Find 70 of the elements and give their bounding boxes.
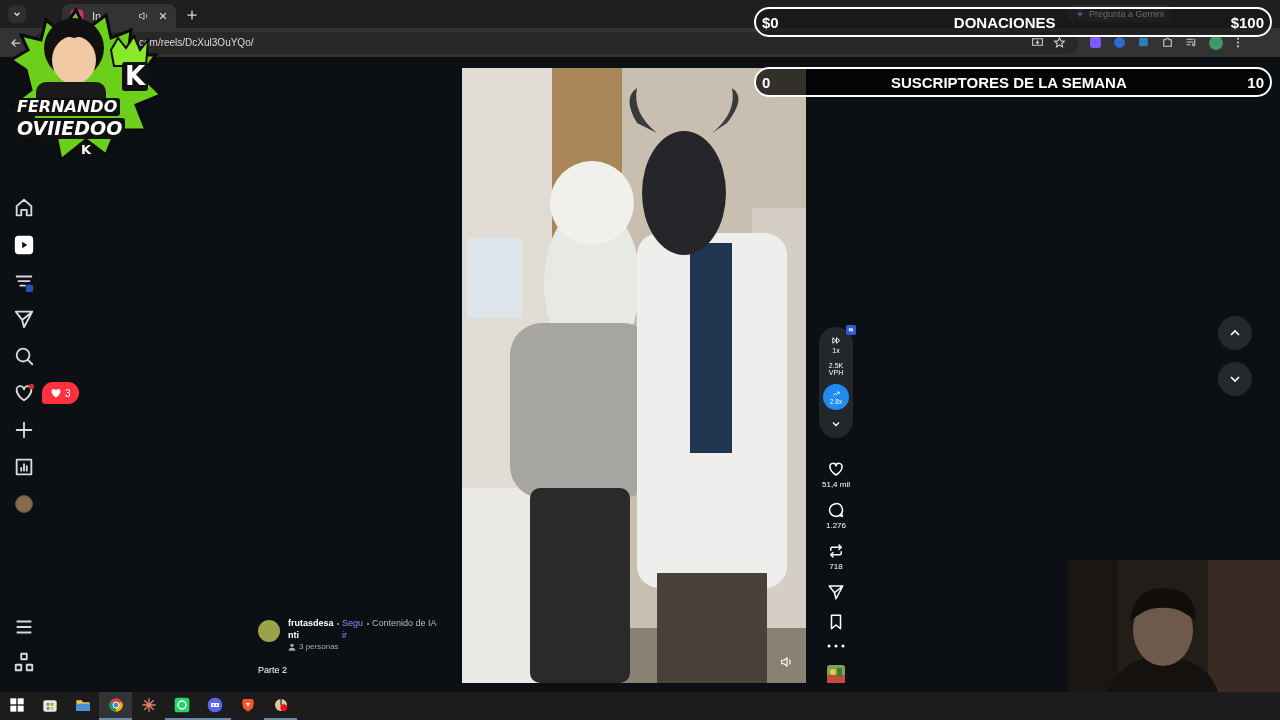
chat-icon	[173, 697, 190, 713]
goal-start: 0	[762, 73, 771, 91]
goal-title: SUSCRIPTORES DE LA SEMANA	[890, 73, 1127, 91]
goal-title: DONACIONES	[953, 13, 1056, 31]
url-text: com/reels/DcXul3OuYQo/	[139, 37, 254, 48]
more-icon	[827, 643, 845, 649]
app-icon	[272, 697, 289, 713]
heart-icon	[827, 460, 845, 478]
star-icon[interactable]	[1053, 36, 1066, 49]
puzzle-icon[interactable]	[1161, 36, 1174, 49]
logo-letter: K	[122, 62, 149, 91]
speech-bubble-icon	[827, 501, 845, 519]
notification-bubble[interactable]: 3	[42, 382, 79, 404]
speaker-icon[interactable]	[138, 10, 150, 22]
media-control-icon[interactable]	[1185, 36, 1198, 49]
ai-label: Contenido de IA	[372, 617, 437, 629]
search-icon[interactable]	[13, 345, 35, 367]
browser-icon	[107, 697, 124, 713]
fast-forward-icon	[830, 335, 842, 346]
goal-target: $100	[1230, 13, 1264, 31]
starburst-icon	[140, 697, 157, 713]
more-button[interactable]	[827, 643, 845, 649]
share-button[interactable]	[827, 583, 845, 601]
logo-text: OVIIEDOO	[14, 118, 126, 139]
send-icon[interactable]	[13, 308, 35, 330]
collaborators-text[interactable]: 3 personas	[299, 642, 339, 651]
folder-icon	[74, 697, 91, 713]
back-arrow-icon[interactable]	[10, 36, 22, 49]
shield-icon	[239, 697, 256, 713]
comment-button[interactable]: 1.276	[826, 501, 846, 530]
plus-icon[interactable]	[13, 419, 35, 441]
store-icon	[41, 697, 58, 713]
extension-icon[interactable]	[1113, 36, 1126, 49]
extension-badge-icon[interactable]	[846, 325, 856, 335]
goal-start: $0	[762, 13, 779, 31]
tab-list-button[interactable]	[8, 5, 26, 23]
send-icon	[827, 583, 845, 601]
trend-up-icon	[831, 389, 841, 398]
tab-title: In	[92, 10, 103, 22]
heart-icon	[50, 387, 62, 399]
extension-icon[interactable]	[1137, 36, 1150, 49]
kebab-menu-icon[interactable]	[1234, 36, 1242, 49]
gamepad-icon	[206, 697, 223, 713]
like-button[interactable]: 51,4 mil	[822, 460, 850, 489]
repost-icon	[827, 542, 845, 560]
speaker-icon[interactable]	[780, 655, 794, 669]
heart-icon[interactable]	[13, 382, 35, 404]
follow-link[interactable]: Seguir	[342, 617, 364, 641]
close-icon[interactable]	[158, 11, 168, 21]
windows-icon	[8, 697, 25, 713]
logo-text: FERNANDO	[14, 98, 121, 116]
reel-caption: Parte 2	[258, 665, 289, 675]
repost-button[interactable]: 718	[827, 542, 845, 571]
install-icon[interactable]	[1031, 36, 1044, 49]
chart-icon[interactable]	[13, 456, 35, 478]
profile-avatar[interactable]	[1209, 35, 1223, 50]
next-button[interactable]	[1218, 361, 1252, 396]
taskbar-button[interactable]	[99, 692, 132, 720]
shapes-icon[interactable]	[13, 651, 35, 673]
author-name[interactable]: frutasdesanti	[288, 617, 334, 641]
author-avatar[interactable]	[258, 620, 280, 642]
home-icon[interactable]	[13, 197, 35, 219]
plus-icon[interactable]	[186, 9, 198, 21]
play-icon[interactable]	[13, 234, 35, 256]
logo-letter: K	[78, 143, 95, 158]
extension-icon[interactable]	[1089, 36, 1102, 49]
person-icon	[288, 642, 296, 651]
goal-target: 10	[1247, 73, 1264, 91]
address-bar[interactable]: com/reels/DcXul3OuYQo/	[33, 31, 1078, 54]
previous-button[interactable]	[1218, 315, 1252, 350]
